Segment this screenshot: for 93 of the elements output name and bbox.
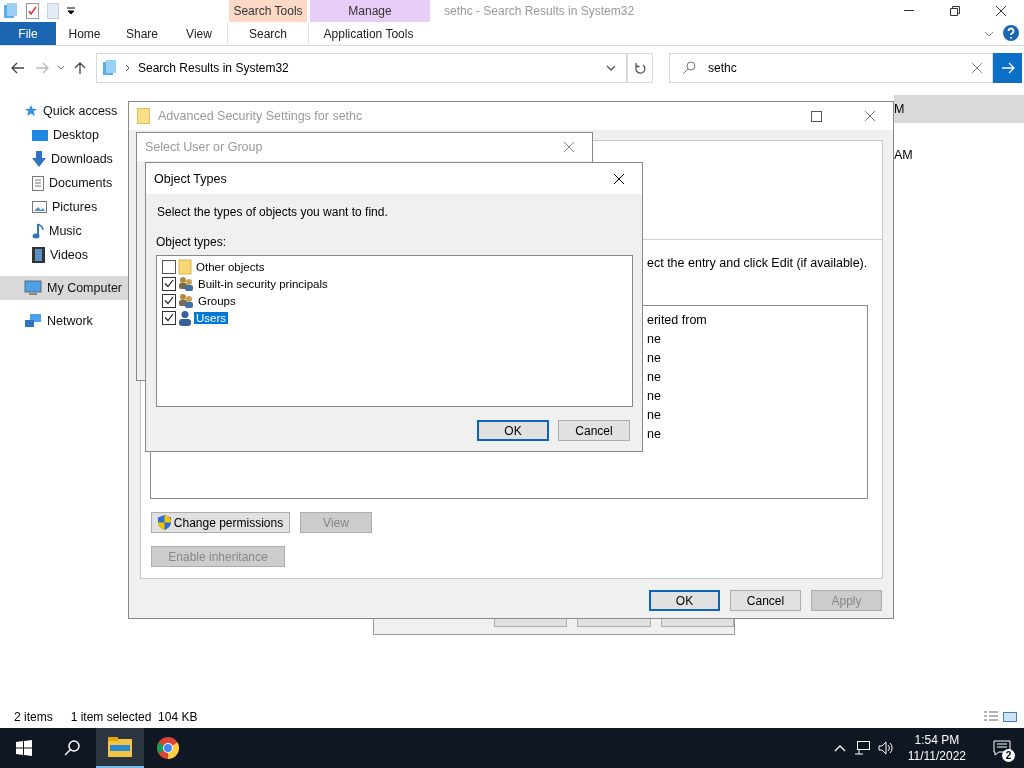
group-icon bbox=[178, 292, 194, 309]
close-icon bbox=[563, 141, 575, 153]
table-cell-text: ne bbox=[647, 369, 661, 386]
user-icon bbox=[178, 309, 192, 326]
sidebar-item[interactable]: Desktop bbox=[0, 123, 128, 147]
window-title: Advanced Security Settings for sethc bbox=[158, 109, 364, 123]
table-cell-text: ne bbox=[647, 331, 661, 348]
file-row[interactable]: M bbox=[894, 95, 1024, 123]
selection-info: 1 item selected 104 KB bbox=[70, 710, 198, 724]
shield-icon bbox=[157, 515, 171, 530]
window-title: sethc - Search Results in System32 bbox=[443, 3, 636, 20]
refresh-button[interactable] bbox=[627, 53, 653, 83]
dialog-button[interactable]: Cancel bbox=[730, 590, 801, 611]
dialog-button[interactable]: OK bbox=[649, 590, 720, 611]
folder-icon bbox=[178, 258, 192, 275]
list-label: Object types: bbox=[155, 234, 228, 251]
dropdown-icon[interactable] bbox=[67, 7, 75, 15]
sidebar-item[interactable]: Videos bbox=[0, 243, 128, 267]
chevron-down-icon[interactable] bbox=[606, 64, 616, 72]
dialog-button[interactable]: OK bbox=[477, 420, 549, 441]
computer-icon bbox=[24, 280, 42, 296]
checkbox[interactable] bbox=[162, 276, 176, 291]
table-cell-text: ne bbox=[647, 426, 661, 443]
document-icon bbox=[32, 175, 44, 191]
sidebar-item[interactable]: Music bbox=[0, 219, 128, 243]
window-title: Select User or Group bbox=[145, 140, 264, 154]
folder-icon bbox=[137, 108, 150, 124]
item-count: 2 items bbox=[14, 710, 53, 724]
checkbox[interactable] bbox=[162, 293, 176, 308]
close-icon bbox=[613, 172, 625, 185]
search-field[interactable]: sethc bbox=[669, 53, 993, 83]
search-icon bbox=[682, 61, 696, 75]
address-path[interactable]: Search Results in System32 bbox=[138, 61, 289, 75]
table-cell-text: ne bbox=[647, 388, 661, 405]
clear-icon[interactable] bbox=[972, 63, 982, 73]
sidebar-item[interactable]: Downloads bbox=[0, 147, 128, 171]
clock[interactable]: 1:54 PM 11/11/2022 bbox=[907, 732, 966, 764]
maximize-icon bbox=[810, 110, 822, 122]
volume-icon[interactable] bbox=[877, 741, 894, 755]
close-icon bbox=[864, 110, 876, 122]
network-icon bbox=[24, 313, 42, 329]
checkbox[interactable] bbox=[162, 259, 176, 274]
window-title: Object Types bbox=[154, 171, 228, 186]
checkbox[interactable] bbox=[162, 310, 176, 325]
back-arrow-icon bbox=[11, 62, 25, 74]
film-icon bbox=[32, 247, 45, 263]
right-arrow-icon bbox=[1000, 62, 1015, 74]
desktop-icon bbox=[32, 128, 48, 142]
chevron-right-icon bbox=[125, 64, 130, 72]
search-icon bbox=[64, 740, 80, 756]
star-icon bbox=[24, 104, 38, 118]
close-icon bbox=[995, 5, 1007, 17]
contextual-tab-header: Manage bbox=[310, 0, 430, 22]
sidebar-item[interactable]: My Computer bbox=[0, 276, 128, 300]
sidebar-item[interactable]: Documents bbox=[0, 171, 128, 195]
network-icon[interactable] bbox=[853, 741, 870, 755]
contextual-tab-header: Search Tools bbox=[229, 0, 307, 22]
music-note-icon bbox=[32, 223, 44, 239]
table-cell-text: ne bbox=[647, 350, 661, 367]
object-type-label[interactable]: Groups bbox=[196, 294, 238, 307]
sidebar-item[interactable]: Quick access bbox=[0, 99, 128, 123]
change-permissions-button[interactable]: Change permissions bbox=[151, 512, 290, 533]
sidebar-item[interactable]: Network bbox=[0, 309, 128, 333]
column-header[interactable]: erited from bbox=[647, 311, 707, 330]
picture-icon bbox=[32, 201, 47, 213]
properties-icon[interactable] bbox=[26, 3, 39, 19]
dialog-button[interactable]: Cancel bbox=[558, 420, 630, 441]
instruction-text: ect the entry and click Edit (if available). bbox=[647, 256, 868, 270]
object-type-label[interactable]: Users bbox=[194, 311, 229, 324]
prompt-text: Select the types of objects you want to find. bbox=[156, 204, 389, 221]
group-icon bbox=[178, 275, 194, 292]
table-cell-text: ne bbox=[647, 407, 661, 424]
file-row[interactable]: AM bbox=[894, 141, 1024, 169]
search-go-button[interactable] bbox=[993, 53, 1022, 83]
taskbar-app[interactable] bbox=[96, 728, 144, 768]
action-center-button[interactable]: 2 bbox=[980, 728, 1024, 768]
refresh-icon bbox=[634, 61, 646, 75]
sidebar-item[interactable]: Pictures bbox=[0, 195, 128, 219]
forward-arrow-icon bbox=[35, 62, 49, 74]
chrome-icon bbox=[156, 736, 180, 760]
large-icons-view-icon[interactable] bbox=[1002, 711, 1018, 723]
minimize-icon bbox=[904, 10, 914, 12]
ribbon-tab[interactable]: File bbox=[0, 22, 56, 45]
chevron-up-icon[interactable] bbox=[833, 744, 846, 752]
object-type-label[interactable]: Built-in security principals bbox=[196, 277, 330, 290]
folder-icon bbox=[103, 60, 117, 76]
folder-icon bbox=[108, 737, 132, 757]
up-arrow-icon bbox=[74, 61, 86, 75]
windows-logo-icon bbox=[16, 740, 32, 756]
object-type-label[interactable]: Other objects bbox=[194, 260, 267, 273]
chevron-down-icon bbox=[57, 65, 65, 71]
restore-icon bbox=[950, 6, 960, 16]
download-icon bbox=[32, 151, 46, 167]
